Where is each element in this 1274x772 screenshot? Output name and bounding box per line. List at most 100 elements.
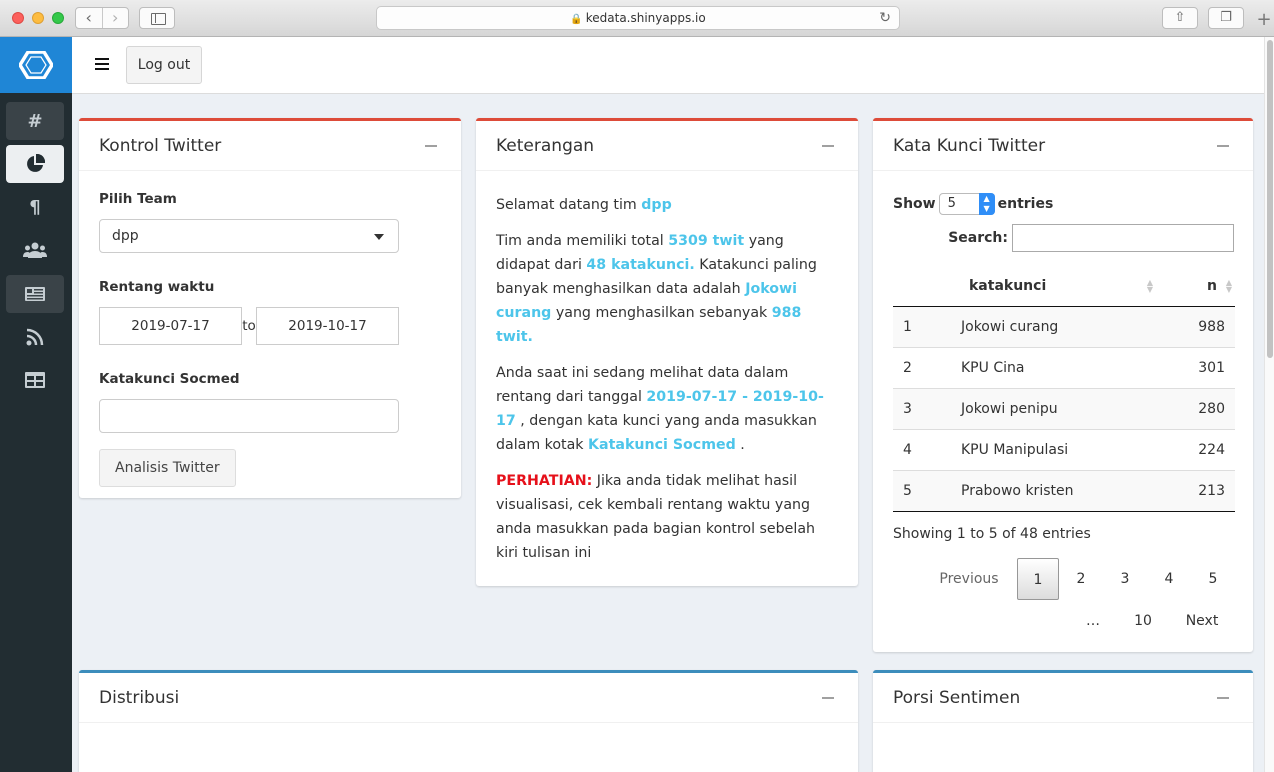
zoom-window-button[interactable]	[52, 12, 64, 24]
collapse-icon[interactable]	[1217, 697, 1229, 699]
row-index: 1	[893, 305, 933, 347]
table-row[interactable]: 4 KPU Manipulasi 224	[893, 428, 1235, 470]
sidebar-item-table[interactable]	[6, 361, 64, 399]
page-button-3[interactable]: 3	[1111, 558, 1139, 600]
lock-icon: 🔒	[570, 14, 583, 25]
kontrol-twitter-box: Kontrol Twitter Pilih Team dpp Rentang w…	[79, 118, 461, 498]
column-header-n[interactable]: n ▲ ▼	[1165, 266, 1235, 307]
page-button-1[interactable]: 1	[1017, 557, 1059, 600]
share-icon[interactable]: ⇧	[1162, 7, 1198, 29]
url-text: kedata.shinyapps.io	[585, 11, 706, 25]
summary-text: Tim anda memiliki total 5309 twit yang d…	[496, 233, 817, 345]
keyword-label: Katakunci Socmed	[99, 371, 240, 387]
table-header-row: katakunci ▲ ▼ n ▲ ▼	[893, 266, 1235, 307]
row-count: 280	[1165, 387, 1235, 429]
box-title: Keterangan	[496, 136, 595, 156]
box-header: Distribusi	[79, 673, 858, 723]
row-keyword: Prabowo kristen	[933, 469, 1165, 512]
tabs-overview-icon[interactable]: ❐	[1208, 7, 1244, 29]
next-button[interactable]: Next	[1179, 600, 1225, 642]
table-row[interactable]: 1 Jokowi curang 988	[893, 305, 1235, 347]
sidebar: # ¶	[0, 37, 72, 772]
row-keyword: KPU Manipulasi	[933, 428, 1165, 470]
scrollbar-thumb[interactable]	[1267, 40, 1273, 358]
sidebar-item-hashtag[interactable]: #	[6, 102, 64, 140]
caret-down-icon	[374, 234, 384, 240]
distribusi-box: Distribusi	[79, 670, 858, 772]
welcome-text: Selamat datang tim dpp	[496, 197, 672, 213]
range-label: Rentang waktu	[99, 279, 215, 295]
table-row[interactable]: 5 Prabowo kristen 213	[893, 469, 1235, 512]
logo-icon	[19, 51, 53, 79]
close-window-button[interactable]	[12, 12, 24, 24]
collapse-icon[interactable]	[822, 697, 834, 699]
sidebar-toggle-icon[interactable]	[139, 7, 175, 29]
page-button-2[interactable]: 2	[1067, 558, 1095, 600]
hash-icon: #	[27, 110, 43, 132]
team-selected-value: dpp	[112, 228, 139, 244]
minimize-window-button[interactable]	[32, 12, 44, 24]
browser-toolbar: ‹ › 🔒 kedata.shinyapps.io ↻ ⇧ ❐ +	[0, 0, 1274, 37]
row-keyword: KPU Cina	[933, 346, 1165, 388]
history-nav: ‹ ›	[75, 7, 129, 29]
search-input[interactable]	[1012, 224, 1234, 252]
column-header-katakunci[interactable]: katakunci ▲ ▼	[933, 266, 1165, 307]
row-index: 4	[893, 428, 933, 470]
paragraph-icon: ¶	[29, 196, 41, 218]
sidebar-item-news[interactable]	[6, 275, 64, 313]
page-button-5[interactable]: 5	[1199, 558, 1227, 600]
sidebar-item-paragraph[interactable]: ¶	[6, 188, 64, 226]
entries-length-select[interactable]: 5 ▲ ▼	[938, 193, 995, 215]
keyword-input[interactable]	[99, 399, 399, 433]
column-header-index[interactable]	[893, 266, 933, 307]
pie-chart-icon	[27, 154, 45, 172]
row-keyword: Jokowi penipu	[933, 387, 1165, 429]
table-icon	[25, 372, 45, 388]
analisis-twitter-button[interactable]: Analisis Twitter	[99, 449, 236, 487]
page-button-4[interactable]: 4	[1155, 558, 1183, 600]
team-select[interactable]: dpp	[99, 219, 399, 253]
box-title: Kata Kunci Twitter	[893, 136, 1046, 156]
warning-label: PERHATIAN:	[496, 473, 593, 489]
length-value: 5	[947, 196, 956, 211]
length-control: Show 5 ▲ ▼ entries	[893, 193, 1233, 215]
search-label: Search:	[948, 230, 1008, 246]
table-info: Showing 1 to 5 of 48 entries	[893, 525, 1091, 542]
collapse-icon[interactable]	[822, 145, 834, 147]
box-title: Distribusi	[99, 688, 180, 708]
date-range: to	[99, 307, 441, 345]
new-tab-icon[interactable]: +	[1254, 9, 1274, 33]
box-title: Kontrol Twitter	[99, 136, 222, 156]
forward-icon[interactable]: ›	[101, 8, 129, 28]
menu-toggle-icon[interactable]	[95, 58, 109, 70]
page-scrollbar[interactable]	[1264, 37, 1274, 772]
logout-button[interactable]: Log out	[126, 46, 202, 84]
box-body: Pilih Team dpp Rentang waktu to Katakunc…	[79, 171, 461, 507]
app-logo[interactable]	[0, 37, 72, 93]
back-icon[interactable]: ‹	[76, 8, 102, 28]
reload-icon[interactable]: ↻	[879, 7, 891, 29]
page-button-10[interactable]: 10	[1129, 600, 1157, 642]
box-body: Selamat datang tim dpp Tim anda memiliki…	[476, 171, 858, 597]
newspaper-icon	[25, 287, 45, 301]
date-to-input[interactable]	[256, 307, 399, 345]
keterangan-box: Keterangan Selamat datang tim dpp Tim an…	[476, 118, 858, 586]
sidebar-item-pie[interactable]	[6, 145, 64, 183]
table-row[interactable]: 3 Jokowi penipu 280	[893, 387, 1235, 429]
date-from-input[interactable]	[99, 307, 242, 345]
box-header: Kontrol Twitter	[79, 121, 461, 171]
show-label: Show	[893, 196, 936, 212]
box-body: Show 5 ▲▼ entries Search: katakunci ▲▼	[873, 171, 1253, 658]
users-icon	[23, 242, 47, 258]
warning-text: PERHATIAN: Jika anda tidak melihat hasil…	[496, 473, 816, 561]
previous-button[interactable]: Previous	[939, 558, 999, 600]
address-bar[interactable]: 🔒 kedata.shinyapps.io ↻	[376, 6, 900, 30]
collapse-icon[interactable]	[425, 145, 437, 147]
sidebar-item-rss[interactable]	[6, 318, 64, 356]
updown-arrows-icon: ▲ ▼	[978, 193, 995, 215]
app-header: Log out	[72, 37, 1264, 94]
collapse-icon[interactable]	[1217, 145, 1229, 147]
rss-icon	[26, 328, 44, 346]
table-row[interactable]: 2 KPU Cina 301	[893, 346, 1235, 388]
sidebar-item-users[interactable]	[6, 231, 64, 269]
